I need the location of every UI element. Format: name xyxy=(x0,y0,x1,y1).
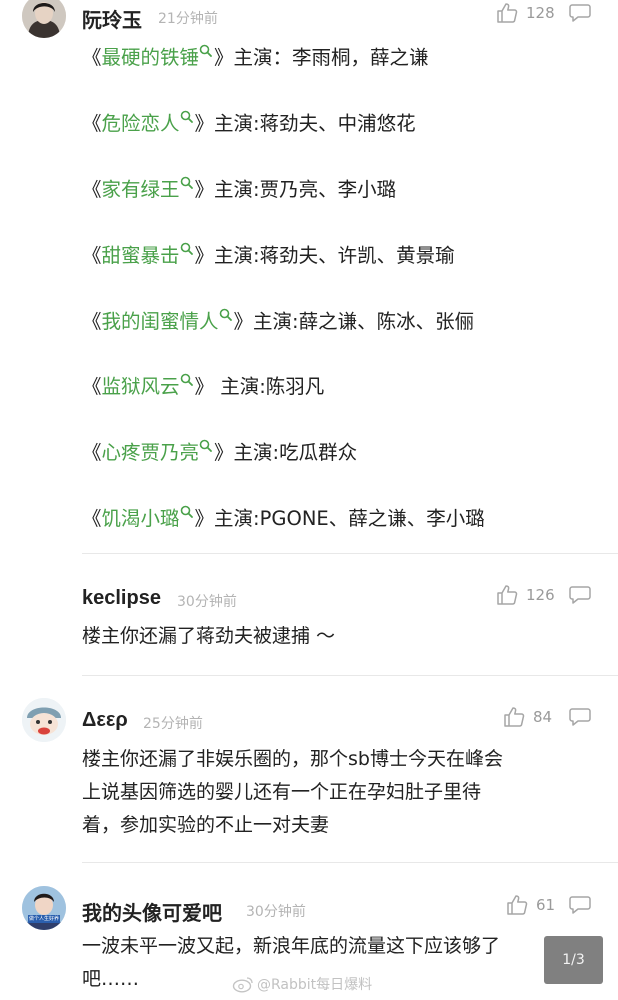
like-icon xyxy=(497,585,518,605)
comment-text: 楼主你还漏了蒋劲夫被逮捕 ～ xyxy=(82,625,336,647)
weibo-logo xyxy=(232,977,253,993)
like-icon xyxy=(497,3,518,23)
avatar[interactable] xyxy=(22,698,66,742)
username[interactable]: Δεερ xyxy=(82,709,128,732)
open-bracket: 《 xyxy=(82,507,102,530)
search-icon[interactable] xyxy=(180,105,193,128)
search-icon[interactable] xyxy=(180,237,193,260)
movie-line: 《监狱风云》 主演:陈羽凡 xyxy=(82,370,324,399)
movie-line: 《甜蜜暴击 》主演:蒋劲夫、许凯、黄景瑜 xyxy=(82,239,455,268)
timestamp: 25分钟前 xyxy=(143,716,203,732)
reply-icon xyxy=(569,4,591,22)
like-button[interactable]: 126 xyxy=(496,584,555,606)
reply-button[interactable] xyxy=(569,585,591,609)
comment-line: 一波未平一波又起，新浪年底的流量这下应该够了 xyxy=(82,935,501,957)
movie-title-link[interactable]: 危险恋人 xyxy=(102,112,180,135)
timestamp: 30分钟前 xyxy=(177,594,237,610)
movie-cast: 》主演:蒋劲夫、中浦悠花 xyxy=(194,112,416,135)
comment-line: 着，参加实验的不止一对夫妻 xyxy=(82,814,330,836)
like-button[interactable]: 128 xyxy=(496,2,555,24)
open-bracket: 《 xyxy=(82,112,102,135)
username[interactable]: 阮玲玉 xyxy=(82,4,142,33)
movie-cast: 》主演:贾乃亮、李小璐 xyxy=(194,178,397,201)
reply-icon xyxy=(569,586,591,604)
open-bracket: 《 xyxy=(82,375,102,398)
open-bracket: 《 xyxy=(82,178,102,201)
movie-line: 《我的闺蜜情人 》主演:薛之谦、陈冰、张俪 xyxy=(82,305,474,334)
avatar[interactable] xyxy=(22,0,66,38)
reply-icon xyxy=(569,896,591,914)
movie-cast: 》主演:吃瓜群众 xyxy=(214,441,358,464)
movie-title-link[interactable]: 饥渴小璐 xyxy=(102,507,180,530)
comment-line: 楼主你还漏了非娱乐圈的，那个sb博士今天在峰会 xyxy=(82,748,503,770)
like-count: 126 xyxy=(526,586,555,604)
comment-line: 上说基因筛选的婴儿还有一个正在孕妇肚子里待 xyxy=(82,781,482,803)
like-icon xyxy=(504,707,525,727)
reply-button[interactable] xyxy=(569,895,591,919)
movie-title-link[interactable]: 甜蜜暴击 xyxy=(102,244,180,267)
movie-line: 《家有绿王 》主演:贾乃亮、李小璐 xyxy=(82,173,396,202)
timestamp: 21分钟前 xyxy=(158,11,218,27)
open-bracket: 《 xyxy=(82,441,102,464)
avatar-caption: 做个人生好养 xyxy=(29,916,59,922)
movie-cast: 》主演：李雨桐，薛之谦 xyxy=(214,46,429,69)
divider xyxy=(82,553,618,554)
movie-title-link[interactable]: 心疼贾乃亮 xyxy=(102,441,200,464)
reply-button[interactable] xyxy=(569,707,591,731)
username[interactable]: 我的头像可爱吧 xyxy=(82,897,222,926)
movie-title-link[interactable]: 家有绿王 xyxy=(102,178,180,201)
avatar[interactable]: 做个人生好养 xyxy=(22,886,66,930)
movie-cast: 》 主演:陈羽凡 xyxy=(194,375,325,398)
like-count: 61 xyxy=(536,896,556,914)
search-icon[interactable] xyxy=(219,303,232,326)
search-icon[interactable] xyxy=(180,171,193,194)
watermark-text: @Rabbit每日爆料 xyxy=(257,977,373,993)
comment-text: 楼主你还漏了非娱乐圈的，那个sb博士今天在峰会 上说基因筛选的婴儿还有一个正在孕… xyxy=(82,743,503,842)
movie-cast: 》主演:薛之谦、陈冰、张俪 xyxy=(233,310,475,333)
reply-icon xyxy=(569,708,591,726)
movie-line: 《心疼贾乃亮 》主演:吃瓜群众 xyxy=(82,436,357,465)
page-indicator[interactable]: 1/3 xyxy=(544,936,603,984)
divider xyxy=(82,862,618,863)
movie-title-link[interactable]: 最硬的铁锤 xyxy=(102,46,200,69)
search-icon[interactable] xyxy=(180,368,193,391)
open-bracket: 《 xyxy=(82,310,102,333)
movie-cast: 》主演:PGONE、薛之谦、李小璐 xyxy=(194,507,485,530)
movie-title-link[interactable]: 监狱风云 xyxy=(102,375,180,398)
like-button[interactable]: 61 xyxy=(506,894,555,916)
like-count: 84 xyxy=(533,708,553,726)
search-icon[interactable] xyxy=(199,434,212,457)
movie-line: 《危险恋人 》主演:蒋劲夫、中浦悠花 xyxy=(82,107,416,136)
timestamp: 30分钟前 xyxy=(246,904,306,920)
search-icon[interactable] xyxy=(199,39,212,62)
open-bracket: 《 xyxy=(82,244,102,267)
movie-cast: 》主演:蒋劲夫、许凯、黄景瑜 xyxy=(194,244,455,267)
divider xyxy=(82,675,618,676)
open-bracket: 《 xyxy=(82,46,102,69)
like-button[interactable]: 84 xyxy=(503,706,552,728)
movie-line: 《饥渴小璐 》主演:PGONE、薛之谦、李小璐 xyxy=(82,502,485,531)
watermark: @Rabbit每日爆料 xyxy=(232,974,372,994)
search-icon[interactable] xyxy=(180,500,193,523)
like-icon xyxy=(507,895,528,915)
username[interactable]: keclipse xyxy=(82,587,161,610)
like-count: 128 xyxy=(526,4,555,22)
movie-line: 《最硬的铁锤 》主演：李雨桐，薛之谦 xyxy=(82,41,429,70)
reply-button[interactable] xyxy=(569,3,591,27)
movie-title-link[interactable]: 我的闺蜜情人 xyxy=(102,310,219,333)
